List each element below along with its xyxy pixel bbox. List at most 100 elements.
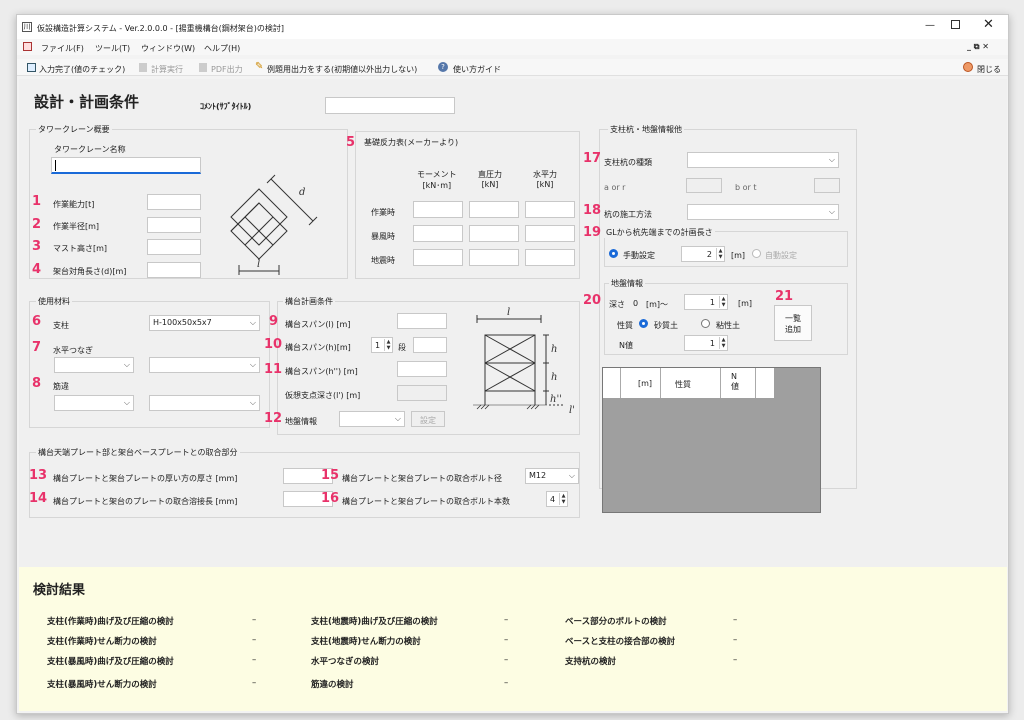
quake-vertical-input[interactable] [469,249,519,266]
gl-length-input[interactable]: 2 ▲ ▼ [681,246,725,262]
result-value: – [504,615,509,625]
tie-select-1[interactable]: ⌵ [54,357,134,373]
capacity-input[interactable] [147,194,201,210]
pile-type-select[interactable]: ⌵ [687,152,839,168]
depth-range-unit: [m]〜 [646,300,669,309]
frame-h3-label: h'' [550,394,562,405]
a-or-r-input[interactable] [686,178,722,193]
page-title: 設計・計画条件 [34,93,140,111]
close-button[interactable]: 閉じる [977,64,1001,75]
work-vertical-input[interactable] [469,201,519,218]
close-window-button[interactable]: ✕ [983,17,994,32]
span-l-input[interactable] [397,313,447,329]
marker-1: 1 [32,194,42,209]
gl-group-title: GLから杭先端までの計画長さ [604,227,715,238]
crane-base-diagram: d l [230,174,318,275]
span-h-input[interactable] [413,337,447,353]
comment-input[interactable] [325,97,455,114]
diag-input[interactable] [147,262,201,278]
result-label: 支柱(地震時)曲げ及び圧縮の検討 [311,617,438,627]
result-value: – [733,615,738,625]
pdf-icon [199,63,207,72]
example-button[interactable]: 例題用出力をする(初期値以外出力しない) [267,64,417,75]
main-content: 設計・計画条件 ｺﾒﾝﾄ(ｻﾌﾞﾀｲﾄﾙ) タワークレーン概要 タワークレーン名… [19,79,1007,577]
brace-select-2[interactable]: ⌵ [149,395,260,411]
result-value: – [733,655,738,665]
frame-h2-label: h [551,372,557,383]
bolt-num-label: 構台プレートと架台プレートの取合ボルト本数 [342,497,510,506]
ground-table-header: [m] 性質 N 値 [603,368,774,398]
clay-radio[interactable] [701,319,710,328]
span-h2-input[interactable] [397,361,447,377]
app-icon: 川 [22,22,32,32]
sand-radio[interactable] [639,319,648,328]
result-label: 水平つなぎの検討 [311,657,380,667]
marker-21: 21 [775,289,794,304]
marker-3: 3 [32,239,42,254]
result-label: 支持杭の検討 [565,657,617,667]
results-title: 検討結果 [33,583,86,598]
pdf-button[interactable]: PDF出力 [211,64,243,75]
gl-unit: [m] [731,251,746,260]
weld-label: 構台プレートと架台のプレートの取合溶接長 [mm] [53,497,238,506]
tie-select-2[interactable]: ⌵ [149,357,260,373]
pencil-icon: ✎ [255,61,264,72]
work-moment-input[interactable] [413,201,463,218]
depth-input[interactable]: 1 ▲ ▼ [684,294,728,310]
calc-button[interactable]: 計算実行 [151,64,183,75]
tower-group-title: タワークレーン概要 [36,124,112,135]
quake-horizontal-input[interactable] [525,249,575,266]
work-horizontal-input[interactable] [525,201,575,218]
b-or-t-input[interactable] [814,178,840,193]
minimize-button[interactable]: — [925,20,935,31]
add-list-button[interactable]: 一覧 追加 [774,305,812,341]
marker-18: 18 [583,203,602,218]
guide-icon: ? [438,62,448,72]
virtual-input[interactable] [397,385,447,401]
menu-help[interactable]: ヘルプ(H) [204,43,240,54]
quake-moment-input[interactable] [413,249,463,266]
marker-12: 12 [264,411,283,426]
result-value: – [252,635,257,645]
storm-moment-input[interactable] [413,225,463,242]
tower-name-input[interactable] [51,157,201,174]
joint-group-title: 構台天端プレート部と架台ベースプレートとの取合部分 [36,447,240,458]
maximize-button[interactable] [951,20,960,29]
steps-input[interactable]: 1 ▲ ▼ [371,337,393,353]
capacity-label: 作業能力[t] [53,200,95,209]
radius-input[interactable] [147,217,201,233]
manual-radio[interactable] [609,249,618,258]
diagram-d-label: d [299,187,305,198]
frame-l-label: l [507,307,510,318]
set-button[interactable]: 設定 [411,411,445,427]
bolt-dia-label: 構台プレートと架台プレートの取合ボルト径 [342,474,502,483]
result-value: – [733,635,738,645]
menu-tools[interactable]: ツール(T) [95,43,130,54]
bolt-num-input[interactable]: 4 ▲ ▼ [546,491,568,507]
post-select[interactable]: H-100x50x5x7 ⌵ [149,315,260,331]
doc-icon [23,42,32,51]
auto-radio[interactable] [752,249,761,258]
thick-label: 構台プレートと架台プレートの厚い方の厚さ [mm] [53,474,238,483]
storm-vertical-input[interactable] [469,225,519,242]
app-window: 川 仮設構造計算システム - Ver.2.0.0.0 - [揚重機構台(鋼材架台… [16,14,1009,714]
depth-unit: [m] [738,299,753,308]
mdi-controls[interactable]: _ ⧉ ✕ [967,42,989,52]
result-value: – [504,635,509,645]
diagram-l-label: l [257,259,260,270]
horizontal-header: 水平力 [kN] [533,170,557,189]
method-select[interactable]: ⌵ [687,204,839,220]
check-button[interactable]: 入力完了(値のチェック) [39,64,125,75]
plan-ground-select[interactable]: ⌵ [339,411,405,427]
sand-label: 砂質土 [654,321,678,330]
menu-window[interactable]: ウィンドウ(W) [141,43,195,54]
storm-horizontal-input[interactable] [525,225,575,242]
brace-select-1[interactable]: ⌵ [54,395,134,411]
row-work: 作業時 [371,208,395,217]
mast-input[interactable] [147,239,201,255]
marker-2: 2 [32,217,42,232]
bolt-dia-select[interactable]: M12 ⌵ [525,468,579,484]
guide-button[interactable]: 使い方ガイド [453,64,501,75]
menu-file[interactable]: ファイル(F) [41,43,84,54]
n-value-input[interactable]: 1 ▲ ▼ [684,335,728,351]
